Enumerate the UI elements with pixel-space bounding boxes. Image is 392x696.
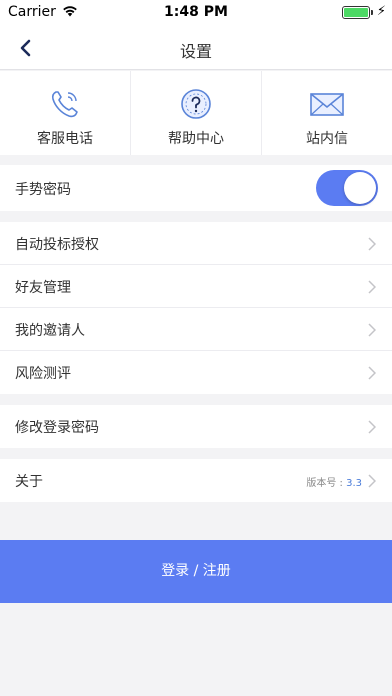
chevron-right-icon (368, 237, 376, 251)
nav-bar: 设置 (0, 26, 392, 70)
chevron-right-icon (368, 323, 376, 337)
version-info: 版本号 : 3.3 (306, 474, 362, 489)
clock: 1:48 PM (164, 4, 228, 20)
menu-item-label: 我的邀请人 (15, 323, 85, 339)
site-messages[interactable]: 站内信 (262, 71, 392, 155)
menu-item-label: 修改登录密码 (15, 420, 99, 436)
quick-action-label: 站内信 (306, 131, 348, 147)
battery-tip (371, 10, 373, 15)
menu-item-auto-bid[interactable]: 自动投标授权 (0, 222, 392, 265)
gesture-group: 手势密码 (0, 165, 392, 211)
settings-menu: 自动投标授权 好友管理 我的邀请人 风险测评 (0, 222, 392, 394)
password-group: 修改登录密码 (0, 405, 392, 448)
menu-item-inviter[interactable]: 我的邀请人 (0, 308, 392, 351)
quick-actions: 客服电话 帮助中心 站内信 (0, 71, 392, 155)
chevron-right-icon (368, 474, 376, 488)
gesture-password-toggle[interactable] (316, 170, 378, 206)
toggle-knob (344, 172, 376, 204)
menu-item-about[interactable]: 关于 版本号 : 3.3 (0, 459, 392, 502)
chevron-right-icon (368, 280, 376, 294)
about-group: 关于 版本号 : 3.3 (0, 459, 392, 502)
page-title: 设置 (179, 42, 212, 61)
chevron-right-icon (368, 366, 376, 380)
customer-service-phone[interactable]: 客服电话 (0, 71, 131, 155)
mail-icon (310, 93, 344, 116)
menu-item-label: 风险测评 (15, 366, 71, 382)
menu-item-change-password[interactable]: 修改登录密码 (0, 405, 392, 448)
menu-item-friends[interactable]: 好友管理 (0, 265, 392, 308)
chevron-right-icon (368, 420, 376, 434)
menu-item-risk-assessment[interactable]: 风险测评 (0, 351, 392, 394)
battery-icon (342, 6, 370, 19)
gesture-password-label: 手势密码 (15, 182, 71, 198)
charging-icon: ⚡ (376, 4, 386, 19)
help-center[interactable]: 帮助中心 (131, 71, 262, 155)
menu-item-label: 自动投标授权 (15, 237, 99, 253)
phone-icon (51, 91, 78, 118)
version-label: 版本号 : (306, 478, 347, 489)
version-number: 3.3 (346, 478, 362, 489)
menu-item-label: 好友管理 (15, 280, 71, 296)
login-register-button[interactable]: 登录 / 注册 (0, 540, 392, 603)
gesture-password-row: 手势密码 (0, 165, 392, 211)
quick-action-label: 帮助中心 (168, 131, 224, 147)
menu-item-label: 关于 (15, 474, 43, 490)
quick-action-label: 客服电话 (37, 131, 93, 147)
help-icon (181, 89, 211, 119)
status-bar: Carrier 1:48 PM ⚡ (0, 0, 392, 26)
